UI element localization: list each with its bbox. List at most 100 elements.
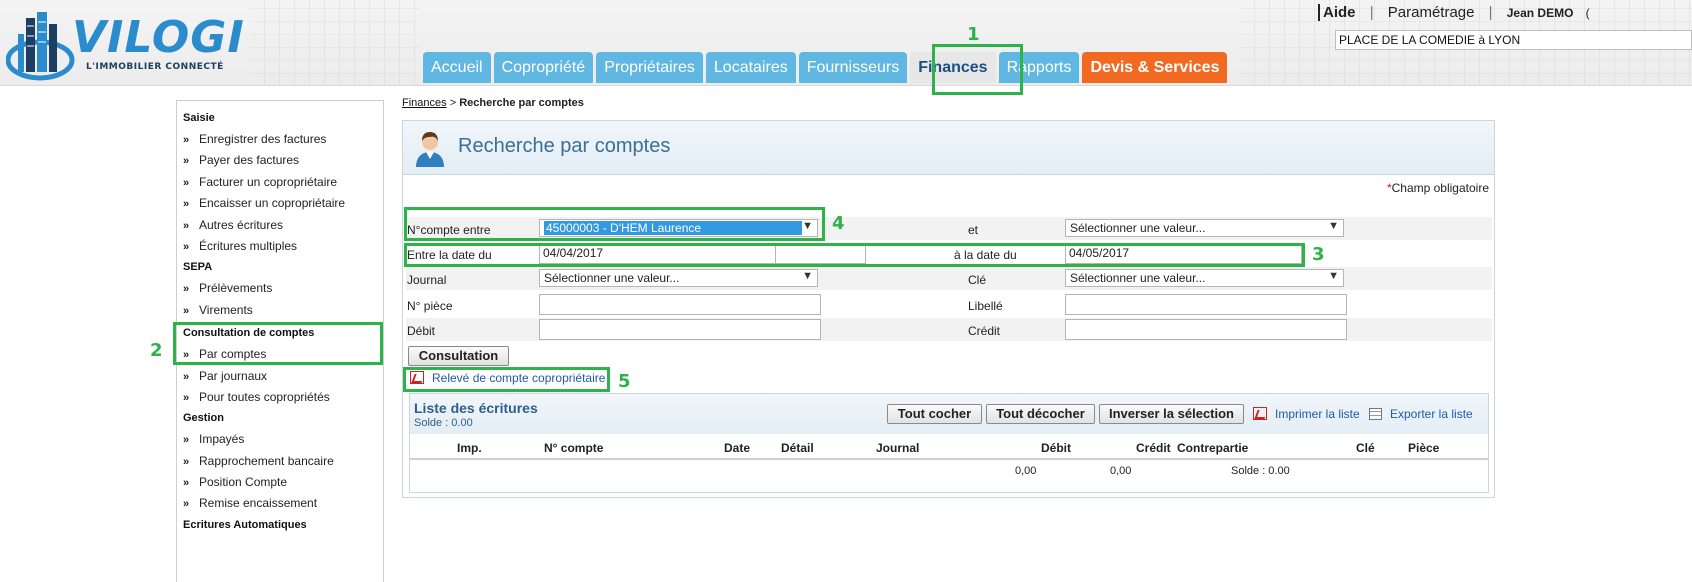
sidebar-item-toutes-coproprietes[interactable]: » Pour toutes copropriétés (177, 390, 383, 411)
breadcrumb-link-finances[interactable]: Finances (402, 97, 447, 109)
col-compte[interactable]: N° compte (544, 441, 603, 455)
sidebar-item-par-comptes[interactable]: » Par comptes (177, 347, 383, 368)
sidebar-item-virements[interactable]: » Virements (177, 303, 383, 324)
user-avatar-icon (416, 132, 444, 167)
chevron-right-icon: » (183, 391, 190, 404)
invert-selection-button[interactable]: Inverser la sélection (1099, 404, 1244, 424)
sidebar-item-par-journaux[interactable]: » Par journaux (177, 369, 383, 390)
finances-sidebar: Saisie » Enregistrer des factures » Payer … (176, 100, 384, 582)
chevron-right-icon: » (183, 370, 190, 383)
col-detail[interactable]: Détail (781, 441, 814, 455)
col-contrepartie[interactable]: Contrepartie (1177, 441, 1248, 455)
pdf-icon (410, 371, 424, 384)
account-label: N°compte entre (407, 223, 491, 237)
date-from-input[interactable]: 04/04/2017 (539, 243, 776, 264)
date-to-label: à la date du (954, 248, 1017, 262)
sidebar-item-prelevements[interactable]: » Prélèvements (177, 281, 383, 302)
annotation-number: 5 (618, 371, 631, 392)
list-header: Liste des écritures Solde : 0.00 Tout co… (410, 394, 1488, 434)
logo-wordmark: VILOGI (72, 12, 245, 63)
main-tabs: Accueil Copropriété Propriétaires Locata… (423, 52, 1228, 83)
breadcrumb: Finances > Recherche par comptes (402, 97, 584, 109)
sidebar-item-autres-ecritures[interactable]: » Autres écritures (177, 218, 383, 239)
debit-input[interactable] (539, 319, 821, 340)
help-link[interactable]: Aide (1318, 4, 1356, 21)
logo-building-icon (5, 12, 75, 81)
col-date[interactable]: Date (724, 441, 750, 455)
chevron-down-icon: ▼ (802, 270, 813, 282)
tab-fournisseurs[interactable]: Fournisseurs (798, 52, 908, 83)
chevron-right-icon: » (183, 155, 190, 168)
user-name[interactable]: Jean DEMO (1507, 6, 1574, 20)
sidebar-section-saisie: Saisie (183, 112, 215, 124)
chevron-down-icon: ▼ (802, 220, 813, 232)
sidebar-item-ecritures-multiples[interactable]: » Écritures multiples (177, 239, 383, 260)
col-credit[interactable]: Crédit (1136, 441, 1171, 455)
libelle-input[interactable] (1065, 294, 1347, 315)
sidebar-section-sepa: SEPA (183, 261, 213, 274)
col-debit[interactable]: Débit (1041, 441, 1071, 455)
form-row-journal: Journal Sélectionner une valeur... ▼ Clé … (406, 267, 1492, 290)
tab-proprietaires[interactable]: Propriétaires (596, 52, 703, 83)
sidebar-item-position-compte[interactable]: » Position Compte (177, 475, 383, 496)
tab-accueil[interactable]: Accueil (423, 52, 491, 83)
check-all-button[interactable]: Tout cocher (887, 404, 982, 424)
col-imp[interactable]: Imp. (457, 441, 482, 455)
app-header: VILOGI L'IMMOBILIER CONNECTÉ Aide | Para… (0, 0, 1692, 86)
export-list-link[interactable]: Exporter la liste (1369, 407, 1473, 421)
key-select[interactable]: Sélectionner une valeur... ▼ (1065, 269, 1344, 287)
form-row-account: N°compte entre 45000003 - D'HEM Laurence… (406, 217, 1492, 240)
vilogi-logo[interactable]: VILOGI L'IMMOBILIER CONNECTÉ (5, 8, 256, 84)
date-from-input-extension (776, 243, 866, 264)
total-credit: 0,00 (1110, 465, 1132, 477)
sidebar-item-remise-encaissement[interactable]: » Remise encaissement (177, 496, 383, 517)
chevron-right-icon: » (183, 477, 190, 490)
uncheck-all-button[interactable]: Tout décocher (986, 404, 1095, 424)
sidebar-item-payer-factures[interactable]: » Payer des factures (177, 153, 383, 174)
account-from-select[interactable]: 45000003 - D'HEM Laurence ▼ (539, 219, 818, 237)
credit-input[interactable] (1065, 319, 1347, 340)
consultation-button[interactable]: Consultation (408, 346, 509, 366)
list-solde: Solde : 0.00 (414, 417, 473, 429)
separator: | (1488, 4, 1493, 21)
tab-locataires[interactable]: Locataires (705, 52, 796, 83)
piece-input[interactable] (539, 294, 821, 315)
tab-rapports[interactable]: Rapports (998, 52, 1080, 83)
releve-compte-link[interactable]: Relevé de compte copropriétaire (410, 371, 605, 385)
date-to-input[interactable]: 04/05/2017 (1065, 243, 1302, 264)
col-cle[interactable]: Clé (1356, 441, 1375, 455)
col-piece[interactable]: Pièce (1408, 441, 1439, 455)
separator: | (1369, 4, 1374, 21)
sidebar-section-consultation: Consultation de comptes (183, 327, 315, 340)
sidebar-item-rapprochement-bancaire[interactable]: » Rapprochement bancaire (177, 454, 383, 475)
key-label: Clé (968, 273, 987, 287)
col-journal[interactable]: Journal (876, 441, 919, 455)
pdf-icon (1253, 407, 1267, 420)
top-links: Aide | Paramétrage | Jean DEMO ( (1318, 4, 1590, 21)
sidebar-item-impayes[interactable]: » Impayés (177, 432, 383, 453)
tab-copropriete[interactable]: Copropriété (493, 52, 594, 83)
breadcrumb-separator: > (449, 97, 457, 109)
chevron-right-icon: » (183, 198, 190, 211)
annotation-number: 2 (150, 340, 163, 361)
chevron-right-icon: » (183, 434, 190, 447)
chevron-down-icon: ▼ (1328, 220, 1339, 232)
sidebar-item-encaisser-coproprietaire[interactable]: » Encaisser un copropriétaire (177, 196, 383, 217)
panel-header: Recherche par comptes (403, 121, 1494, 175)
list-title: Liste des écritures (414, 400, 538, 416)
libelle-label: Libellé (968, 299, 1003, 313)
account-to-select[interactable]: Sélectionner une valeur... ▼ (1065, 219, 1344, 237)
tab-devis-services[interactable]: Devis & Services (1082, 52, 1228, 83)
total-debit: 0,00 (1015, 465, 1037, 477)
sidebar-item-enregistrer-factures[interactable]: » Enregistrer des factures (177, 132, 383, 153)
chevron-right-icon: » (183, 240, 190, 253)
residence-field[interactable]: PLACE DE LA COMEDIE à LYON (1335, 30, 1692, 50)
chevron-right-icon: » (183, 304, 190, 317)
print-list-link[interactable]: Imprimer la liste (1253, 407, 1360, 421)
chevron-right-icon: » (183, 455, 190, 468)
settings-link[interactable]: Paramétrage (1388, 4, 1475, 21)
and-label: et (968, 223, 979, 237)
sidebar-item-facturer-coproprietaire[interactable]: » Facturer un copropriétaire (177, 175, 383, 196)
journal-select[interactable]: Sélectionner une valeur... ▼ (539, 269, 818, 287)
tab-finances[interactable]: Finances (910, 52, 996, 83)
